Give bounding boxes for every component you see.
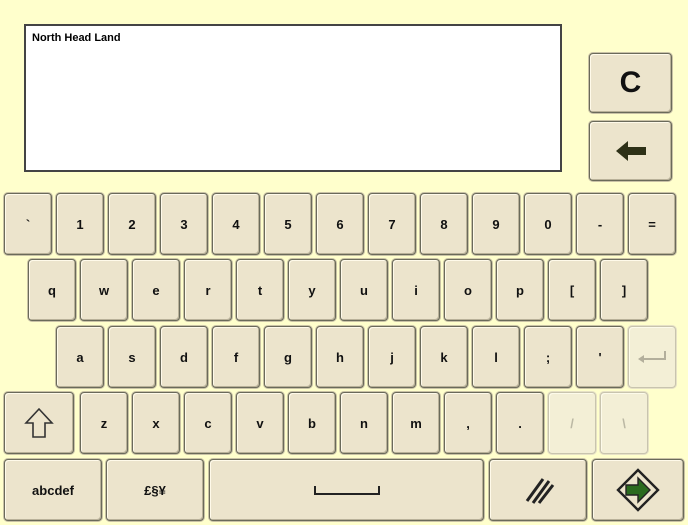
key-2[interactable]: 2 [108,193,156,255]
key-v[interactable]: v [236,392,284,454]
space-bar-icon [313,486,380,495]
slashes-button[interactable] [489,459,587,521]
key-o[interactable]: o [444,259,492,321]
key-backslash[interactable]: \ [600,392,648,454]
key-1[interactable]: 1 [56,193,104,255]
abc-layout-button[interactable]: abcdef [4,459,102,521]
key-semicolon[interactable]: ; [524,326,572,388]
left-arrow-icon [615,141,646,161]
key-t[interactable]: t [236,259,284,321]
key-w[interactable]: w [80,259,128,321]
key-e[interactable]: e [132,259,180,321]
key-4[interactable]: 4 [212,193,260,255]
key-h[interactable]: h [316,326,364,388]
key-p[interactable]: p [496,259,544,321]
key-9[interactable]: 9 [472,193,520,255]
key-close-bracket[interactable]: ] [600,259,648,321]
key-0[interactable]: 0 [524,193,572,255]
key-7[interactable]: 7 [368,193,416,255]
key-open-bracket[interactable]: [ [548,259,596,321]
key-m[interactable]: m [392,392,440,454]
key-apostrophe[interactable]: ' [576,326,624,388]
text-input-area[interactable]: North Head Land [24,24,562,172]
key-z[interactable]: z [80,392,128,454]
key-l[interactable]: l [472,326,520,388]
key-a[interactable]: a [56,326,104,388]
key-s[interactable]: s [108,326,156,388]
double-slash-icon [525,478,555,504]
key-3[interactable]: 3 [160,193,208,255]
key-i[interactable]: i [392,259,440,321]
key-5[interactable]: 5 [264,193,312,255]
accept-button[interactable] [592,459,684,521]
shift-key[interactable] [4,392,74,454]
key-x[interactable]: x [132,392,180,454]
key-backtick[interactable]: ` [4,193,52,255]
key-comma[interactable]: , [444,392,492,454]
key-b[interactable]: b [288,392,336,454]
key-q[interactable]: q [28,259,76,321]
key-d[interactable]: d [160,326,208,388]
space-bar[interactable] [209,459,484,521]
key-r[interactable]: r [184,259,232,321]
key-k[interactable]: k [420,326,468,388]
symbols-layout-button[interactable]: £§¥ [106,459,204,521]
shift-up-arrow-icon [24,407,54,438]
key-y[interactable]: y [288,259,336,321]
key-j[interactable]: j [368,326,416,388]
key-n[interactable]: n [340,392,388,454]
key-6[interactable]: 6 [316,193,364,255]
key-equals[interactable]: = [628,193,676,255]
key-period[interactable]: . [496,392,544,454]
key-c[interactable]: c [184,392,232,454]
key-slash[interactable]: / [548,392,596,454]
key-8[interactable]: 8 [420,193,468,255]
key-f[interactable]: f [212,326,260,388]
backspace-button[interactable] [589,121,672,181]
enter-key[interactable] [628,326,676,388]
key-g[interactable]: g [264,326,312,388]
key-u[interactable]: u [340,259,388,321]
key-minus[interactable]: - [576,193,624,255]
enter-icon [638,351,666,363]
clear-button[interactable]: C [589,53,672,113]
accept-arrow-icon [616,468,660,512]
